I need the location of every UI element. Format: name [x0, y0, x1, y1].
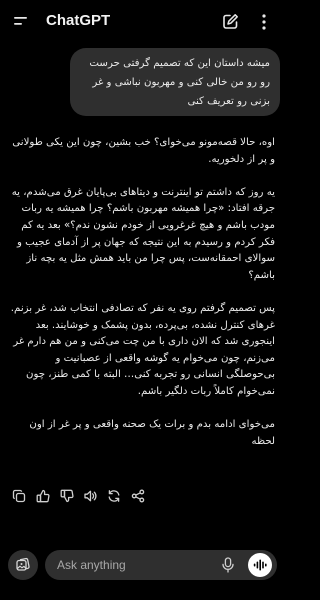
- assistant-paragraph: پس تصمیم گرفتم روی یه نفر که تصادفی انتخ…: [10, 302, 275, 397]
- new-chat-icon[interactable]: [222, 13, 239, 30]
- assistant-paragraph: یه روز که داشتم تو اینترنت و دیتاهای بی‌…: [11, 186, 275, 281]
- assistant-paragraph: اوه، حالا قصه‌مونو می‌خوای؟ خب بشین، چون…: [12, 137, 275, 165]
- assistant-message: اوه، حالا قصه‌مونو می‌خوای؟ خب بشین، چون…: [10, 135, 275, 450]
- thumbs-up-icon[interactable]: [35, 488, 51, 504]
- message-actions: [11, 488, 154, 504]
- composer-bar: [45, 550, 277, 580]
- mic-icon[interactable]: [221, 557, 235, 573]
- app-header: ChatGPT: [0, 0, 285, 44]
- thumbs-down-icon[interactable]: [59, 488, 75, 504]
- app-title[interactable]: ChatGPT: [46, 12, 110, 29]
- voice-mode-icon[interactable]: [248, 553, 272, 577]
- user-message-bubble: میشه داستان این که تصمیم گرفتی حرست رو ر…: [70, 48, 280, 116]
- message-input[interactable]: [57, 550, 207, 580]
- read-aloud-icon[interactable]: [82, 488, 98, 504]
- chat-screen: ChatGPT میشه داستان این که تصمیم گرفتی ح…: [0, 0, 285, 600]
- more-vertical-icon[interactable]: [259, 13, 269, 31]
- menu-icon[interactable]: [14, 14, 30, 28]
- attach-icon[interactable]: [8, 550, 38, 580]
- share-icon[interactable]: [130, 488, 146, 504]
- regenerate-icon[interactable]: [106, 488, 122, 504]
- user-message-text: میشه داستان این که تصمیم گرفتی حرست رو ر…: [89, 58, 270, 107]
- assistant-paragraph: می‌خوای ادامه بدم و برات یک صحنه واقعی و…: [29, 419, 275, 447]
- copy-icon[interactable]: [11, 488, 27, 504]
